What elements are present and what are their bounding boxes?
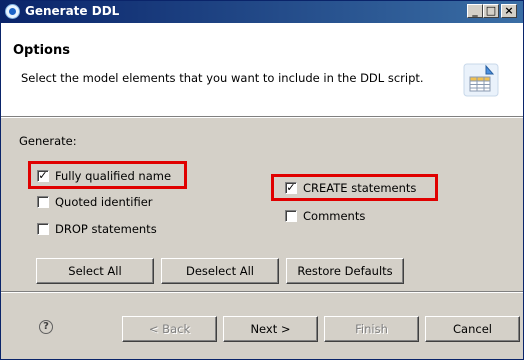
fully-qualified-name-checkbox[interactable]: ✓ Fully qualified name (37, 169, 171, 183)
next-button[interactable]: Next > (223, 316, 318, 342)
quoted-identifier-checkbox[interactable]: Quoted identifier (37, 195, 153, 209)
header-separator (1, 116, 523, 118)
title-bar[interactable]: Generate DDL _ □ × (1, 1, 523, 23)
checkbox-unchecked[interactable] (37, 223, 49, 235)
window-title: Generate DDL (25, 4, 120, 18)
drop-statements-checkbox[interactable]: DROP statements (37, 222, 157, 236)
finish-button[interactable]: Finish (324, 316, 419, 342)
checkbox-unchecked[interactable] (37, 196, 49, 208)
footer-separator (1, 291, 523, 293)
checkbox-label: Quoted identifier (55, 195, 153, 209)
restore-defaults-button[interactable]: Restore Defaults (286, 258, 404, 284)
checkbox-unchecked[interactable] (285, 210, 297, 222)
generate-label: Generate: (19, 134, 77, 148)
select-all-button[interactable]: Select All (36, 258, 154, 284)
checkbox-label: Fully qualified name (55, 169, 172, 183)
page-description: Select the model elements that you want … (21, 71, 424, 85)
checkbox-checked[interactable]: ✓ (285, 182, 297, 194)
checkbox-label: CREATE statements (303, 181, 417, 195)
create-statements-checkbox[interactable]: ✓ CREATE statements (285, 181, 416, 195)
deselect-all-button[interactable]: Deselect All (161, 258, 279, 284)
maximize-button[interactable]: □ (483, 4, 499, 18)
minimize-button[interactable]: _ (467, 4, 483, 18)
ddl-table-icon (463, 63, 499, 97)
close-button[interactable]: × (501, 4, 517, 18)
checkbox-label: Comments (303, 209, 366, 223)
wizard-header: Options Select the model elements that y… (1, 23, 523, 116)
app-icon (5, 4, 20, 19)
help-icon[interactable]: ? (39, 320, 53, 334)
back-button[interactable]: < Back (122, 316, 217, 342)
page-title: Options (13, 43, 70, 58)
generate-ddl-dialog: Generate DDL _ □ × Options Select the mo… (0, 0, 524, 360)
comments-checkbox[interactable]: Comments (285, 209, 365, 223)
checkbox-checked[interactable]: ✓ (37, 170, 49, 182)
cancel-button[interactable]: Cancel (425, 316, 520, 342)
checkbox-label: DROP statements (55, 222, 157, 236)
